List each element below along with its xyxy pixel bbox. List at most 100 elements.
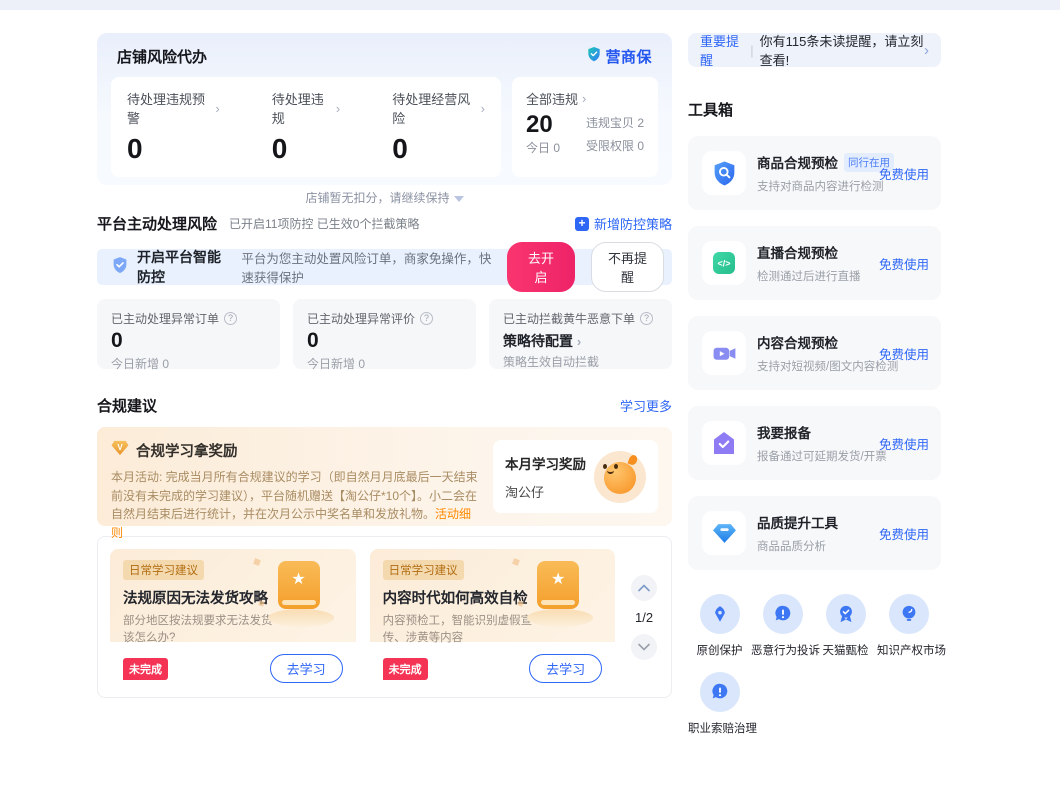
add-strategy-label: 新增防控策略 bbox=[594, 214, 672, 233]
banner-desc: 平台为您主动处置风险订单，商家免操作，快速获得保护 bbox=[241, 248, 499, 286]
tool-content-precheck[interactable]: 内容合规预检 支持对短视频/图文内容检测 免费使用 bbox=[688, 316, 941, 390]
metric-value: 0 bbox=[307, 329, 462, 353]
report-check-icon bbox=[702, 421, 746, 465]
tool-name: 我要报备 bbox=[757, 422, 811, 442]
important-alert[interactable]: 重要提醒 | 你有115条未读提醒，请立刻查看! › bbox=[688, 33, 941, 67]
free-use-link[interactable]: 免费使用 bbox=[879, 164, 929, 183]
free-use-link[interactable]: 免费使用 bbox=[879, 434, 929, 453]
quick-link-label: 职业索赔治理 bbox=[688, 720, 751, 736]
bulb-icon bbox=[889, 594, 929, 634]
go-learn-button[interactable]: 去学习 bbox=[529, 654, 602, 683]
quick-link-label: 原创保护 bbox=[688, 642, 751, 658]
today-count: 今日 0 bbox=[526, 139, 560, 156]
shop-risk-title: 店铺风险代办 bbox=[117, 46, 207, 67]
learning-cards-container: 日常学习建议 法规原因无法发货攻略 部分地区按法规要求无法发货该怎么办? ★ 未… bbox=[97, 536, 672, 698]
learning-card[interactable]: 日常学习建议 内容时代如何高效自检 内容预检工，智能识别虚假宣传、涉黄等内容 ★… bbox=[370, 549, 616, 685]
reward-title: 合规学习拿奖励 bbox=[136, 440, 238, 461]
alert-divider: | bbox=[750, 43, 753, 58]
tool-name: 内容合规预检 bbox=[757, 332, 838, 352]
card-desc: 部分地区按法规要求无法发货该怎么办? bbox=[123, 613, 273, 646]
all-violations-count: 20 今日 0 bbox=[526, 112, 560, 158]
pending-stats-box: 待处理违规预警› 0 待处理违规 › 0 待处理经营风险› 0 bbox=[111, 77, 501, 177]
tool-desc: 检测通过后进行直播 bbox=[757, 268, 868, 284]
star-icon: ★ bbox=[278, 569, 320, 589]
diamond-icon bbox=[702, 511, 746, 555]
help-icon[interactable]: ? bbox=[224, 312, 237, 325]
dismiss-button[interactable]: 不再提醒 bbox=[591, 242, 664, 292]
stat-label: 待处理违规 bbox=[272, 89, 332, 127]
quick-link-label: 天猫甄检 bbox=[814, 642, 877, 658]
quick-link-malicious-complaint[interactable]: 恶意行为投诉 bbox=[751, 594, 814, 658]
advice-section-header: 合规建议 学习更多 bbox=[97, 395, 672, 416]
score-status-toggle[interactable]: 店铺暂无扣分，请继续保持 bbox=[111, 189, 658, 206]
video-icon bbox=[702, 331, 746, 375]
quick-link-ip-market[interactable]: 知识产权市场 bbox=[877, 594, 940, 658]
tool-desc: 商品品质分析 bbox=[757, 538, 868, 554]
reward-name: 淘公仔 bbox=[505, 482, 586, 501]
chevron-right-icon: › bbox=[215, 101, 219, 116]
tool-name: 品质提升工具 bbox=[757, 512, 838, 532]
quick-link-claim-governance[interactable]: 职业索赔治理 bbox=[688, 672, 751, 736]
go-learn-button[interactable]: 去学习 bbox=[270, 654, 343, 683]
tool-product-precheck[interactable]: 商品合规预检 同行在用 支持对商品内容进行检测 免费使用 bbox=[688, 136, 941, 210]
chevron-right-icon: › bbox=[577, 334, 581, 349]
violation-items-label: 违规宝贝 bbox=[586, 116, 634, 130]
free-use-link[interactable]: 免费使用 bbox=[879, 524, 929, 543]
configure-strategy-link[interactable]: 策略待配置 › bbox=[503, 331, 658, 351]
reward-label: 本月学习奖励 bbox=[505, 453, 586, 473]
tool-desc: 支持对商品内容进行检测 bbox=[757, 178, 868, 194]
all-violations-box[interactable]: 全部违规› 20 今日 0 违规宝贝 2 受限权限 0 bbox=[512, 77, 658, 177]
tool-desc: 报备通过可延期发货/开票 bbox=[757, 448, 868, 464]
smart-prevention-banner: 开启平台智能防控 平台为您主动处置风险订单，商家免操作，快速获得保护 去开启 不… bbox=[97, 249, 672, 285]
chevron-right-icon: › bbox=[924, 42, 929, 59]
stat-pending-violation[interactable]: 待处理违规› 0 bbox=[272, 89, 340, 165]
plus-icon: + bbox=[575, 217, 589, 231]
stat-value: 0 bbox=[392, 133, 485, 165]
metric-abnormal-orders: 已主动处理异常订单? 0 今日新增 0 bbox=[97, 299, 280, 369]
yingshangbao-logo: 营商保 bbox=[586, 46, 652, 67]
tool-name: 商品合规预检 bbox=[757, 152, 838, 172]
side-column: 重要提醒 | 你有115条未读提醒，请立刻查看! › 工具箱 商品合规预检 同行… bbox=[688, 33, 941, 750]
shield-check-icon bbox=[111, 256, 129, 279]
platform-section-title: 平台主动处理风险 bbox=[97, 213, 217, 234]
free-use-link[interactable]: 免费使用 bbox=[879, 254, 929, 273]
reward-body-text: 本月活动: 完成当月所有合规建议的学习（即自然月月底最后一天结束前没有未完成的学… bbox=[111, 470, 478, 521]
help-icon[interactable]: ? bbox=[640, 312, 653, 325]
tool-report[interactable]: 我要报备 报备通过可延期发货/开票 免费使用 bbox=[688, 406, 941, 480]
complaint-icon bbox=[763, 594, 803, 634]
tool-desc: 支持对短视频/图文内容检测 bbox=[757, 358, 868, 374]
tool-live-precheck[interactable]: </> 直播合规预检 检测通过后进行直播 免费使用 bbox=[688, 226, 941, 300]
monthly-reward-box: 本月学习奖励 淘公仔 bbox=[493, 440, 658, 513]
stat-pending-operation-risk[interactable]: 待处理经营风险› 0 bbox=[392, 89, 485, 165]
book-shadow bbox=[527, 609, 593, 627]
platform-metrics-row: 已主动处理异常订单? 0 今日新增 0 已主动处理异常评价? 0 今日新增 0 … bbox=[97, 299, 672, 369]
chevron-right-icon: › bbox=[336, 101, 340, 116]
metric-value: 0 bbox=[111, 329, 266, 353]
quick-link-original-protection[interactable]: 原创保护 bbox=[688, 594, 751, 658]
help-icon[interactable]: ? bbox=[420, 312, 433, 325]
pen-icon bbox=[700, 594, 740, 634]
enable-button[interactable]: 去开启 bbox=[507, 242, 575, 292]
learn-more-link[interactable]: 学习更多 bbox=[620, 396, 672, 415]
tool-quality[interactable]: 品质提升工具 商品品质分析 免费使用 bbox=[688, 496, 941, 570]
score-status-text: 店铺暂无扣分，请继续保持 bbox=[305, 191, 449, 205]
metric-abnormal-reviews: 已主动处理异常评价? 0 今日新增 0 bbox=[293, 299, 476, 369]
restricted-perms-value: 0 bbox=[637, 139, 644, 153]
live-code-icon: </> bbox=[702, 241, 746, 285]
svg-text:V: V bbox=[117, 443, 123, 452]
shop-risk-card: 店铺风险代办 营商保 待处理违规 bbox=[97, 33, 672, 185]
pager-down-button[interactable] bbox=[631, 634, 657, 660]
stat-value: 0 bbox=[127, 133, 220, 165]
dashboard: 店铺风险代办 营商保 待处理违规 bbox=[0, 10, 1060, 750]
stat-pending-warning[interactable]: 待处理违规预警› 0 bbox=[127, 89, 220, 165]
platform-section-header: 平台主动处理风险 已开启11项防控 已生效0个拦截策略 + 新增防控策略 bbox=[97, 213, 672, 234]
metric-title: 已主动处理异常订单 bbox=[111, 310, 219, 327]
free-use-link[interactable]: 免费使用 bbox=[879, 344, 929, 363]
quick-link-tmall-inspection[interactable]: 天猫甄检 bbox=[814, 594, 877, 658]
learning-card[interactable]: 日常学习建议 法规原因无法发货攻略 部分地区按法规要求无法发货该怎么办? ★ 未… bbox=[110, 549, 356, 685]
add-strategy-link[interactable]: + 新增防控策略 bbox=[575, 214, 672, 233]
reward-body: 本月活动: 完成当月所有合规建议的学习（即自然月月底最后一天结束前没有未完成的学… bbox=[111, 468, 479, 542]
pager-up-button[interactable] bbox=[631, 575, 657, 601]
advice-section-title: 合规建议 bbox=[97, 395, 157, 416]
card-pager: 1/2 bbox=[629, 549, 659, 685]
